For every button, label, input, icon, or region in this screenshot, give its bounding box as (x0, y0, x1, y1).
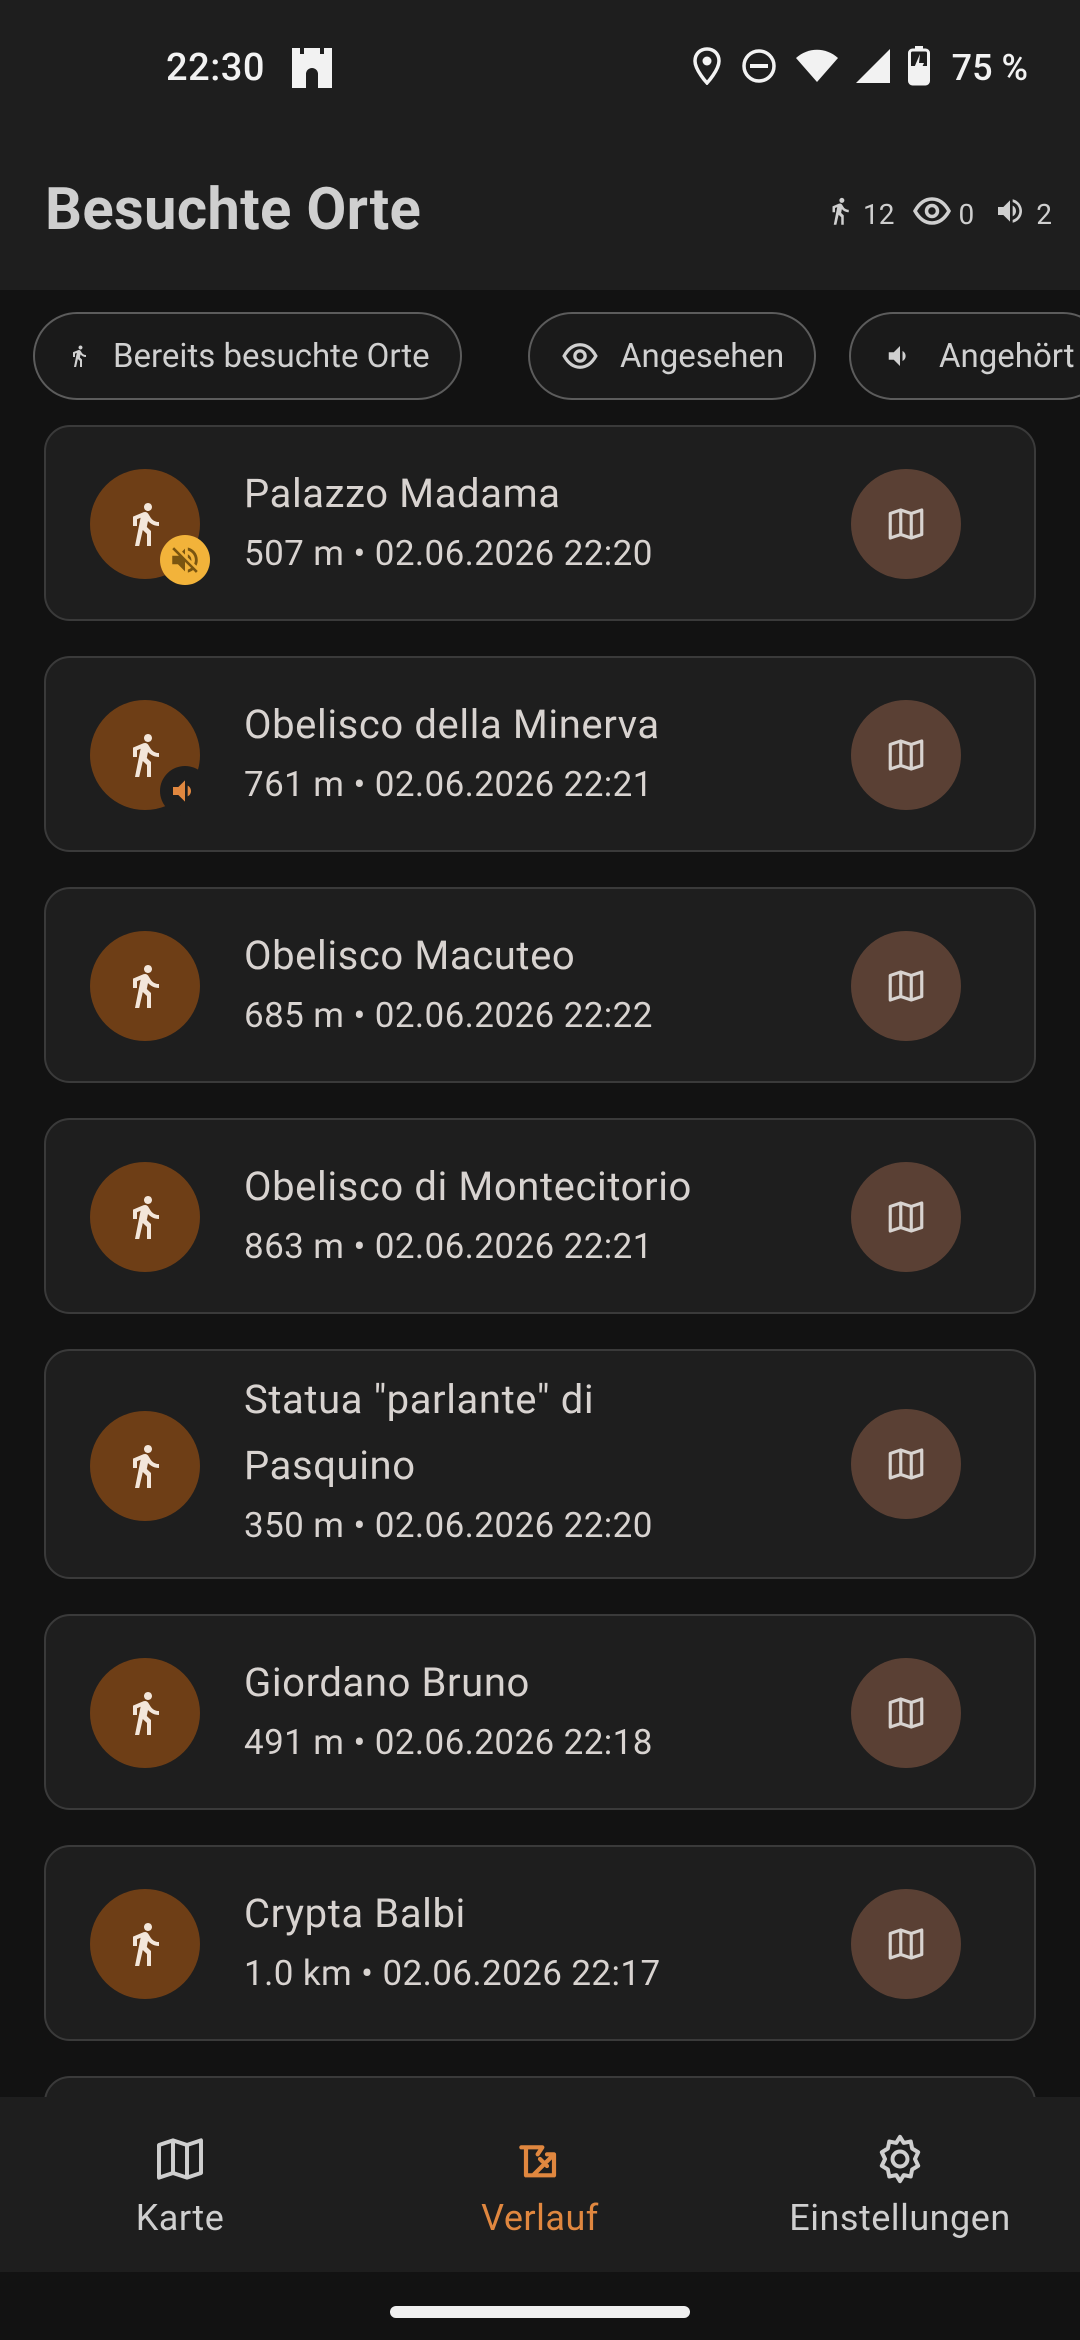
visited-counter: 12 (825, 192, 895, 237)
place-meta: 491 m • 02.06.2026 22:18 (244, 1722, 653, 1763)
wifi-icon (795, 49, 838, 87)
chip-seen[interactable]: Angesehen (528, 312, 817, 400)
walk-icon (133, 1196, 159, 1239)
avatar (90, 1658, 200, 1768)
place-meta: 685 m • 02.06.2026 22:22 (244, 995, 653, 1036)
place-name: Palazzo Madama (244, 470, 561, 517)
speaker-icon (992, 195, 1028, 234)
eye-icon (912, 196, 951, 233)
visited-count: 12 (863, 198, 895, 231)
map-icon (888, 508, 924, 540)
place-name: Statua "parlante" di Pasquino (244, 1376, 595, 1489)
chip-label: Bereits besuchte Orte (113, 336, 430, 376)
heard-count: 2 (1036, 198, 1052, 231)
show-on-map-button[interactable] (851, 469, 961, 579)
castle-icon (290, 48, 334, 92)
show-on-map-button[interactable] (851, 1409, 961, 1519)
list-item[interactable] (44, 2076, 1036, 2097)
status-bar: 22:30 75 % (0, 0, 1080, 140)
show-on-map-button[interactable] (851, 1658, 961, 1768)
walk-icon (133, 1692, 159, 1735)
show-on-map-button[interactable] (851, 1889, 961, 1999)
place-meta: 507 m • 02.06.2026 22:20 (244, 533, 653, 574)
place-name: Obelisco della Minerva (244, 701, 660, 748)
place-name: Obelisco di Montecitorio (244, 1163, 692, 1210)
places-list: Palazzo Madama 507 m • 02.06.2026 22:20 … (0, 425, 1080, 2097)
show-on-map-button[interactable] (851, 1162, 961, 1272)
list-item[interactable]: Crypta Balbi 1.0 km • 02.06.2026 22:17 (44, 1845, 1036, 2041)
chip-label: Angehört (939, 336, 1075, 376)
show-on-map-button[interactable] (851, 931, 961, 1041)
counters: 12 0 2 (817, 192, 1052, 237)
page-title: Besuchte Orte (45, 176, 422, 244)
nav-label: Verlauf (481, 2197, 599, 2239)
avatar (90, 931, 200, 1041)
walk-icon (133, 1445, 159, 1488)
walk-icon (133, 1923, 159, 1966)
eye-icon (562, 343, 598, 369)
speaker-icon (888, 346, 906, 366)
list-item[interactable]: Giordano Bruno 491 m • 02.06.2026 22:18 (44, 1614, 1036, 1810)
chip-visited[interactable]: Bereits besuchte Orte (33, 312, 462, 400)
heard-counter: 2 (992, 195, 1052, 234)
chip-heard[interactable]: Angehört (849, 312, 1080, 400)
status-time: 22:30 (166, 46, 265, 90)
place-name: Crypta Balbi (244, 1890, 466, 1937)
dnd-icon (740, 47, 778, 89)
location-icon (692, 47, 722, 89)
home-gesture-bar[interactable] (390, 2306, 690, 2318)
list-item[interactable]: Statua "parlante" di Pasquino 350 m • 02… (44, 1349, 1036, 1579)
list-item[interactable]: Obelisco della Minerva 761 m • 02.06.202… (44, 656, 1036, 852)
sound-badge (160, 766, 210, 816)
place-meta: 863 m • 02.06.2026 22:21 (244, 1226, 653, 1267)
map-icon (888, 1201, 924, 1233)
gear-icon (879, 2134, 921, 2184)
place-name: Obelisco Macuteo (244, 932, 576, 979)
gesture-area (0, 2272, 1080, 2340)
filter-chips: Bereits besuchte Orte Angesehen Angehört (0, 312, 1080, 404)
battery-percent: 75 % (951, 47, 1028, 89)
muted-badge (160, 535, 210, 585)
list-item[interactable]: Palazzo Madama 507 m • 02.06.2026 22:20 (44, 425, 1036, 621)
map-icon (888, 1697, 924, 1729)
signal-icon (855, 49, 890, 87)
map-icon (888, 1448, 924, 1480)
avatar (90, 1411, 200, 1521)
nav-item-karte[interactable]: Karte (0, 2097, 360, 2272)
seen-counter: 0 (912, 196, 975, 233)
map-icon (888, 739, 924, 771)
battery-charging-icon (907, 46, 930, 90)
show-on-map-button[interactable] (851, 700, 961, 810)
nav-item-verlauf[interactable]: Verlauf (360, 2097, 720, 2272)
walk-icon (825, 192, 855, 237)
app-bar: Besuchte Orte 12 0 2 (0, 140, 1080, 290)
nav-item-einstellungen[interactable]: Einstellungen (720, 2097, 1080, 2272)
bottom-navigation: Karte Verlauf Einstellungen (0, 2097, 1080, 2272)
walk-icon (133, 503, 159, 546)
map-icon (888, 1928, 924, 1960)
history-icon (519, 2145, 557, 2178)
volume-off-icon (172, 547, 198, 573)
avatar (90, 1162, 200, 1272)
map-icon (888, 970, 924, 1002)
place-meta: 350 m • 02.06.2026 22:20 (244, 1505, 653, 1546)
walk-icon (133, 965, 159, 1008)
nav-label: Karte (135, 2197, 225, 2239)
chip-label: Angesehen (620, 336, 785, 376)
walk-icon (73, 345, 86, 367)
nav-label: Einstellungen (789, 2197, 1011, 2239)
volume-up-icon (173, 780, 191, 802)
list-item[interactable]: Obelisco Macuteo 685 m • 02.06.2026 22:2… (44, 887, 1036, 1083)
place-name: Giordano Bruno (244, 1659, 530, 1706)
walk-icon (133, 734, 159, 777)
list-item[interactable]: Obelisco di Montecitorio 863 m • 02.06.2… (44, 1118, 1036, 1314)
seen-count: 0 (958, 198, 975, 231)
place-meta: 761 m • 02.06.2026 22:21 (244, 764, 653, 805)
place-meta: 1.0 km • 02.06.2026 22:17 (244, 1953, 661, 1994)
avatar (90, 1889, 200, 1999)
map-icon (157, 2138, 203, 2180)
status-icons: 75 % (692, 46, 1028, 90)
